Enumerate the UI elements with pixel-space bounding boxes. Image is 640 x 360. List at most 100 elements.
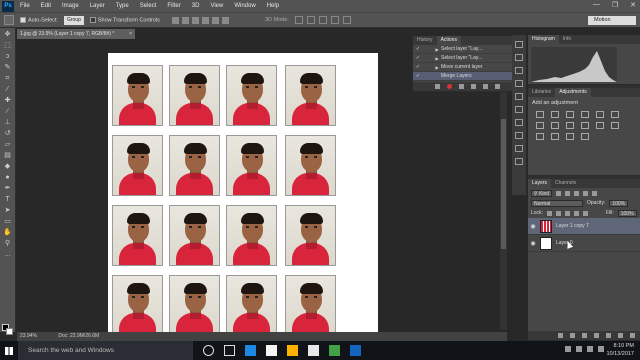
threshold-icon[interactable] xyxy=(551,133,559,140)
lock-all-icon[interactable] xyxy=(582,210,588,216)
pixel-filter-icon[interactable] xyxy=(556,190,562,196)
gradient-map-icon[interactable] xyxy=(566,133,574,140)
move-tool-icon[interactable]: ✥ xyxy=(3,31,13,39)
lock-image-icon[interactable] xyxy=(555,210,561,216)
zoom-level[interactable]: 23.94% xyxy=(20,333,37,339)
history-panel-icon[interactable] xyxy=(515,41,523,48)
camtasia-icon[interactable] xyxy=(329,345,340,356)
file-explorer-icon[interactable] xyxy=(266,345,277,356)
3d-slide-icon[interactable] xyxy=(330,16,339,24)
link-layers-icon[interactable] xyxy=(558,333,563,338)
network-icon[interactable] xyxy=(576,346,582,352)
lock-artboard-icon[interactable] xyxy=(573,210,579,216)
edge-icon[interactable] xyxy=(245,345,256,356)
menu-image[interactable]: Image xyxy=(62,3,79,9)
type-filter-icon[interactable] xyxy=(574,190,580,196)
marquee-tool-icon[interactable]: ⬚ xyxy=(3,42,13,50)
photo-filter-icon[interactable] xyxy=(566,122,574,129)
lock-transparent-icon[interactable] xyxy=(546,210,552,216)
record-icon[interactable] xyxy=(447,84,452,89)
more-tools-icon[interactable]: … xyxy=(3,251,13,259)
menu-type[interactable]: Type xyxy=(116,3,129,9)
task-view-icon[interactable] xyxy=(224,345,235,356)
media-player-icon[interactable] xyxy=(308,345,319,356)
3d-rotate-icon[interactable] xyxy=(294,16,303,24)
expand-icon[interactable]: ▶ xyxy=(433,54,441,63)
type-tool-icon[interactable]: T xyxy=(3,196,13,204)
delete-layer-icon[interactable] xyxy=(630,333,635,338)
stop-icon[interactable] xyxy=(435,84,440,89)
align-center-icon[interactable] xyxy=(211,16,219,24)
menu-3d[interactable]: 3D xyxy=(192,3,200,9)
battery-icon[interactable] xyxy=(598,346,604,352)
restore-button[interactable]: ❐ xyxy=(612,1,618,9)
menu-filter[interactable]: Filter xyxy=(167,3,180,9)
brush-tool-icon[interactable]: ∕ xyxy=(3,108,13,116)
path-select-tool-icon[interactable]: ➤ xyxy=(3,207,13,215)
layer-row-selected[interactable]: ◉ Layer 1 copy 7 xyxy=(528,218,640,235)
close-document-icon[interactable]: × xyxy=(129,29,132,39)
new-adjustment-layer-icon[interactable] xyxy=(594,333,599,338)
menu-edit[interactable]: Edit xyxy=(41,3,51,9)
3d-scale-icon[interactable] xyxy=(342,16,351,24)
rectangle-tool-icon[interactable]: ▭ xyxy=(3,218,13,226)
close-button[interactable]: ✕ xyxy=(630,1,636,9)
photoshop-taskbar-icon[interactable] xyxy=(350,345,361,356)
action-item-selected[interactable]: ✓ Merge Layers xyxy=(413,72,516,81)
brush-panel-icon[interactable] xyxy=(515,145,523,152)
actions-panel-icon[interactable] xyxy=(515,54,523,61)
layer-row[interactable]: ◉ Layer 0 xyxy=(528,235,640,252)
align-bottom-icon[interactable] xyxy=(191,16,199,24)
eraser-tool-icon[interactable]: ▱ xyxy=(3,141,13,149)
show-transform-checkbox[interactable]: Show Transform Controls xyxy=(89,16,160,23)
quick-select-tool-icon[interactable]: ✎ xyxy=(3,64,13,72)
check-icon[interactable]: ✓ xyxy=(413,54,423,63)
blend-mode-dropdown[interactable]: Normal xyxy=(531,199,583,207)
channel-mixer-icon[interactable] xyxy=(581,122,589,129)
color-panel-icon[interactable] xyxy=(515,67,523,74)
pen-tool-icon[interactable]: ✒ xyxy=(3,185,13,193)
align-right-icon[interactable] xyxy=(221,16,229,24)
brightness-contrast-icon[interactable] xyxy=(536,111,544,118)
taskbar-search[interactable]: Search the web and Windows xyxy=(18,341,193,360)
new-set-icon[interactable] xyxy=(471,84,476,89)
folder-icon[interactable] xyxy=(287,345,298,356)
history-brush-tool-icon[interactable]: ↺ xyxy=(3,130,13,138)
histogram-options-icon[interactable] xyxy=(623,47,637,67)
check-icon[interactable]: ✓ xyxy=(413,63,423,72)
background-color-swatch[interactable] xyxy=(6,328,13,335)
document-canvas[interactable] xyxy=(108,53,378,333)
dodge-tool-icon[interactable]: ● xyxy=(3,174,13,182)
smart-object-filter-icon[interactable] xyxy=(592,190,598,196)
color-balance-icon[interactable] xyxy=(536,122,544,129)
check-icon[interactable]: ✓ xyxy=(413,72,423,81)
curves-icon[interactable] xyxy=(566,111,574,118)
mic-icon[interactable] xyxy=(203,345,214,356)
zoom-tool-icon[interactable]: ⚲ xyxy=(3,240,13,248)
selective-color-icon[interactable] xyxy=(581,133,589,140)
menu-layer[interactable]: Layer xyxy=(90,3,105,9)
auto-select-checkbox[interactable]: Auto-Select: xyxy=(20,16,58,23)
tray-arrow-icon[interactable] xyxy=(565,346,571,352)
tab-info[interactable]: Info xyxy=(559,35,575,44)
check-icon[interactable]: ✓ xyxy=(413,45,423,54)
hue-saturation-icon[interactable] xyxy=(611,111,619,118)
tab-histogram[interactable]: Histogram xyxy=(528,35,559,44)
styles-panel-icon[interactable] xyxy=(515,93,523,100)
hand-tool-icon[interactable]: ✋ xyxy=(3,229,13,237)
eyedropper-tool-icon[interactable]: ⁄ xyxy=(3,86,13,94)
exposure-icon[interactable] xyxy=(581,111,589,118)
tab-libraries[interactable]: Libraries xyxy=(528,88,555,97)
character-panel-icon[interactable] xyxy=(515,106,523,113)
properties-panel-icon[interactable] xyxy=(515,132,523,139)
menu-view[interactable]: View xyxy=(210,3,223,9)
tool-presets-icon[interactable] xyxy=(515,158,523,165)
align-left-icon[interactable] xyxy=(201,16,209,24)
layer-style-icon[interactable] xyxy=(570,333,575,338)
fill-input[interactable]: 100% xyxy=(617,209,637,217)
minimize-button[interactable]: — xyxy=(593,1,600,9)
add-mask-icon[interactable] xyxy=(582,333,587,338)
document-tab[interactable]: 1.jpg @ 23.9% (Layer 1 copy 7, RGB/8#) *… xyxy=(17,29,135,39)
new-layer-icon[interactable] xyxy=(618,333,623,338)
shape-filter-icon[interactable] xyxy=(583,190,589,196)
